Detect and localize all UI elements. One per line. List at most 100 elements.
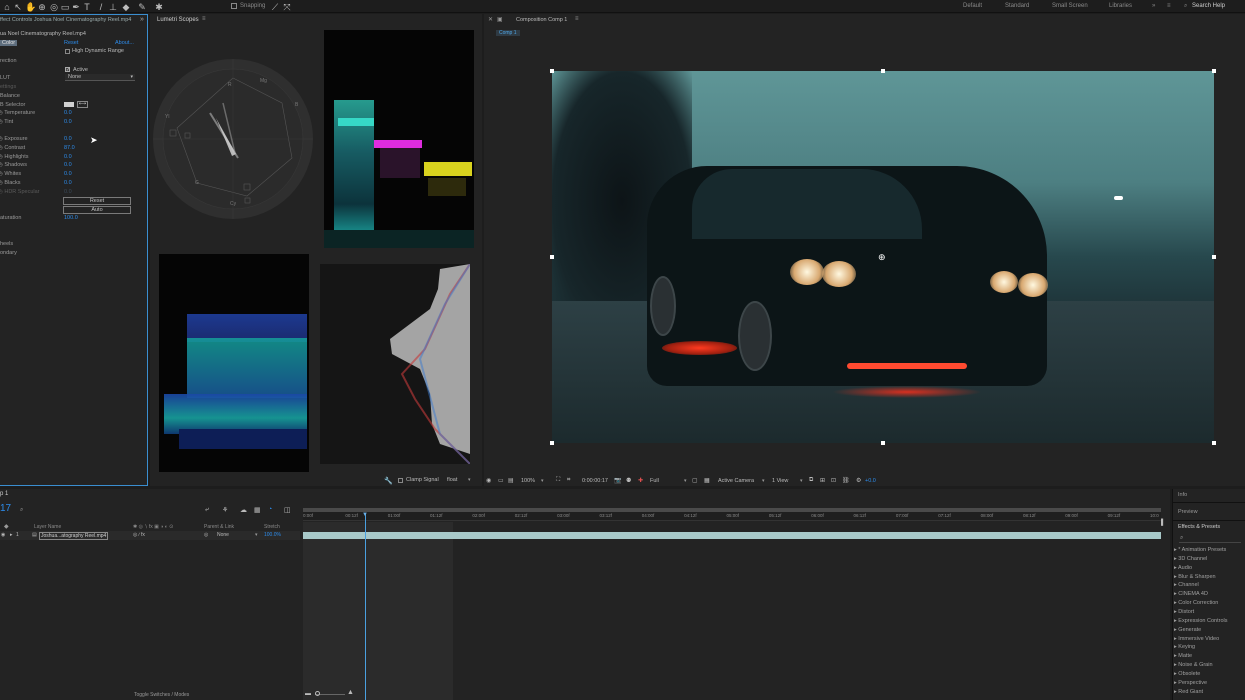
info-tab[interactable]: Info xyxy=(1178,492,1187,498)
toggle-pixel-icon[interactable]: ⧉ xyxy=(809,477,813,484)
stopwatch-icon[interactable]: ◷ xyxy=(0,136,3,142)
eraser-tool-icon[interactable]: ◆ xyxy=(121,2,131,12)
effects-category-item[interactable]: ▸ * Animation Presets xyxy=(1174,547,1226,553)
roto-tool-icon[interactable]: ✎ xyxy=(137,2,147,12)
zoom-tool-icon[interactable]: ⊕ xyxy=(37,2,47,12)
effects-category-item[interactable]: ▸ Matte xyxy=(1174,653,1192,659)
layer-row[interactable]: ◉ ▸ 1 ▤ Joshua...atography Reel.mp4 ◎ ∕ … xyxy=(0,531,300,540)
zoom-dropdown[interactable]: 100% xyxy=(521,478,535,484)
camera-dropdown[interactable]: Active Camera xyxy=(718,478,754,484)
clamp-signal-checkbox[interactable] xyxy=(398,478,403,483)
effect-about-link[interactable]: About... xyxy=(115,40,134,46)
parent-dropdown[interactable]: None xyxy=(217,532,229,538)
effect-reset-link[interactable]: Reset xyxy=(64,40,78,46)
effects-category-item[interactable]: ▸ Generate xyxy=(1174,627,1201,633)
fit-icon[interactable]: ⛶ xyxy=(556,477,560,484)
transform-handle[interactable] xyxy=(550,441,554,445)
effects-category-item[interactable]: ▸ Noise & Grain xyxy=(1174,662,1213,668)
exposure-reset-icon[interactable]: ⚙ xyxy=(856,477,861,484)
whites-value[interactable]: 0.0 xyxy=(64,171,72,177)
draft-3d-icon[interactable]: ⊞ xyxy=(820,477,825,484)
stretch-value[interactable]: 100.0% xyxy=(264,532,281,538)
float-dropdown[interactable]: float xyxy=(447,477,457,483)
home-icon[interactable]: ⌂ xyxy=(2,2,12,12)
effects-category-item[interactable]: ▸ Blur & Sharpen xyxy=(1174,574,1216,580)
camera-tool-icon[interactable]: ◎ xyxy=(49,2,59,12)
flowchart-icon[interactable]: ⛓ xyxy=(842,477,850,484)
workspace-more-icon[interactable]: » xyxy=(1152,3,1155,9)
pickwhip-icon[interactable]: ◎ xyxy=(204,532,208,538)
highlights-value[interactable]: 0.0 xyxy=(64,154,72,160)
show-snapshot-icon[interactable]: ⚉ xyxy=(626,477,631,484)
tone-reset-button[interactable]: Reset xyxy=(63,197,131,205)
stopwatch-icon[interactable]: ◷ xyxy=(0,119,3,125)
stopwatch-icon[interactable]: ◷ xyxy=(0,154,3,160)
blacks-value[interactable]: 0.0 xyxy=(64,180,72,186)
shadows-value[interactable]: 0.0 xyxy=(64,162,72,168)
lut-dropdown[interactable]: None ▾ xyxy=(65,74,135,81)
workspace-small-screen[interactable]: Small Screen xyxy=(1052,3,1088,9)
effects-category-item[interactable]: ▸ Audio xyxy=(1174,565,1192,571)
workspace-menu-icon[interactable]: ≡ xyxy=(1167,3,1171,9)
anchor-point-icon[interactable]: ⊕ xyxy=(878,252,886,263)
zoom-slider-handle[interactable] xyxy=(315,691,320,696)
views-dropdown[interactable]: 1 View xyxy=(772,478,788,484)
exposure-value[interactable]: +0.0 xyxy=(865,478,876,484)
lock-icon[interactable]: ▣ xyxy=(497,16,503,23)
transform-handle[interactable] xyxy=(1212,69,1216,73)
effect-name-tab[interactable]: Color xyxy=(0,40,18,46)
transform-handle[interactable] xyxy=(881,69,885,73)
wrench-icon[interactable]: 🔧 xyxy=(384,477,393,485)
clone-tool-icon[interactable]: ⊥ xyxy=(108,2,118,12)
hdr-checkbox[interactable] xyxy=(65,49,70,54)
transform-handle[interactable] xyxy=(550,255,554,259)
contrast-value[interactable]: 87.0 xyxy=(64,145,75,151)
exposure-value[interactable]: 0.0 xyxy=(64,136,72,142)
grid-icon[interactable]: ⌗ xyxy=(567,477,570,484)
zoom-out-icon[interactable]: ▬ xyxy=(305,691,311,697)
region-of-interest-icon[interactable]: ▢ xyxy=(692,477,698,484)
mask-icon[interactable]: ▤ xyxy=(508,477,514,484)
parent-link-header[interactable]: Parent & Link xyxy=(204,524,234,530)
zoom-in-icon[interactable]: ▲ xyxy=(347,689,354,696)
work-area-end-icon[interactable]: ▌ xyxy=(1161,520,1165,526)
workspace-libraries[interactable]: Libraries xyxy=(1109,3,1132,9)
comp-1-subtab[interactable]: Comp 1 xyxy=(496,30,520,36)
active-checkbox[interactable]: ✓ xyxy=(65,67,70,73)
composition-tab[interactable]: Composition Comp 1 xyxy=(516,17,567,23)
shy-layers-icon[interactable]: ☁ xyxy=(240,506,247,514)
snap-options-icon[interactable]: ⟋ xyxy=(270,2,280,12)
selection-tool-icon[interactable]: ↖ xyxy=(13,2,23,12)
effects-category-item[interactable]: ▸ Obsolete xyxy=(1174,671,1200,677)
effects-search-field[interactable] xyxy=(1179,542,1241,543)
expand-icon[interactable]: ▸ xyxy=(10,532,13,538)
search-help-input[interactable]: Search Help xyxy=(1192,3,1225,9)
playhead[interactable] xyxy=(365,513,366,700)
snap-extra-icon[interactable]: ⤧ xyxy=(282,2,292,12)
effects-category-item[interactable]: ▸ 3D Channel xyxy=(1174,556,1207,562)
workspace-default[interactable]: Default xyxy=(963,3,982,9)
pen-tool-icon[interactable]: ✒ xyxy=(71,2,81,12)
workspace-standard[interactable]: Standard xyxy=(1005,3,1029,9)
layer-switches-icon[interactable]: ◎ ∕ fx xyxy=(133,532,145,538)
hand-tool-icon[interactable]: ✋ xyxy=(25,2,36,12)
timeline-search-icon[interactable]: ⌕ xyxy=(20,507,23,514)
effects-category-item[interactable]: ▸ Channel xyxy=(1174,582,1199,588)
wb-swatch[interactable] xyxy=(64,102,74,107)
type-tool-icon[interactable]: T xyxy=(82,2,92,12)
preview-tab[interactable]: Preview xyxy=(1178,509,1198,515)
draft-3d-toggle-icon[interactable]: ⚘ xyxy=(222,506,228,514)
effects-category-item[interactable]: ▸ CINEMA 4D xyxy=(1174,591,1208,597)
effects-category-item[interactable]: ▸ Perspective xyxy=(1174,680,1207,686)
visibility-icon[interactable]: ◉ xyxy=(1,532,5,538)
graph-editor-icon[interactable]: ◫ xyxy=(284,506,291,514)
stopwatch-icon[interactable]: ◷ xyxy=(0,110,3,116)
lumetri-scopes-tab[interactable]: Lumetri Scopes xyxy=(157,17,199,23)
timecode-display[interactable]: 0:00:00:17 xyxy=(582,478,608,484)
shape-tool-icon[interactable]: ▭ xyxy=(60,2,70,12)
effects-category-item[interactable]: ▸ Distort xyxy=(1174,609,1194,615)
eyedropper-icon[interactable]: ⟷ xyxy=(77,101,88,108)
panel-menu-icon[interactable]: » xyxy=(140,16,144,23)
close-icon[interactable]: ✕ xyxy=(488,16,493,23)
resolution-dropdown[interactable]: Full xyxy=(650,478,659,484)
